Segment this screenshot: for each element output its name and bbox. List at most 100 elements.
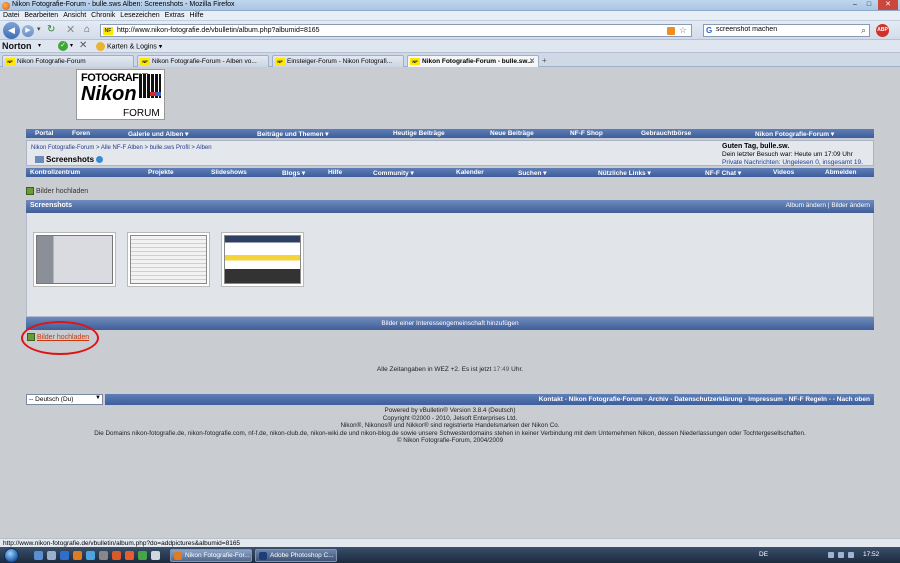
search-magnifier-icon[interactable]: ⌕ (861, 25, 866, 36)
subnav-suchen[interactable]: Suchen ▾ (518, 169, 547, 177)
tray-icon[interactable] (828, 552, 834, 558)
app-icon-2[interactable] (138, 551, 147, 560)
breadcrumb[interactable]: Nikon Fotografie-Forum > Alle NF-F Alben… (31, 145, 212, 151)
adblock-plus-icon[interactable]: ABP (876, 24, 889, 37)
subnav-nff-chat[interactable]: NF-F Chat ▾ (705, 169, 741, 177)
nav-neue-beitraege[interactable]: Neue Beiträge (490, 130, 534, 137)
messenger-icon[interactable] (86, 551, 95, 560)
nikon-forum-logo[interactable]: FOTOGRAFIE Nikon FORUM (76, 69, 165, 120)
url-text[interactable]: http://www.nikon-fotografie.de/vbulletin… (117, 27, 320, 34)
album-actions[interactable]: Album ändern | Bilder ändern (786, 202, 870, 209)
taskbar-firefox-button[interactable]: Nikon Fotografie-For... (170, 549, 252, 562)
volume-icon[interactable] (848, 552, 854, 558)
subnav-abmelden[interactable]: Abmelden (825, 169, 856, 176)
app-icon[interactable] (112, 551, 121, 560)
home-icon[interactable]: ⌂ (84, 24, 90, 35)
app-icon-3[interactable] (151, 551, 160, 560)
subnav-hilfe[interactable]: Hilfe (328, 169, 342, 176)
nav-heutige-beitraege[interactable]: Heutige Beiträge (393, 130, 445, 137)
ie-icon[interactable] (60, 551, 69, 560)
footer-links[interactable]: Kontakt - Nikon Fotografie-Forum - Archi… (105, 394, 874, 405)
firefox-icon (174, 552, 182, 560)
subnav-videos[interactable]: Videos (773, 169, 794, 176)
menu-bearbeiten[interactable]: Bearbeiten (21, 11, 60, 19)
close-window-button[interactable]: ✕ (878, 0, 898, 10)
site-favicon-icon: NF (103, 27, 113, 35)
search-box[interactable]: G ⌕ (703, 24, 870, 37)
menu-hilfe[interactable]: Hilfe (186, 11, 205, 19)
karten-logins-button[interactable]: Karten & Logins ▾ (96, 42, 162, 51)
upload-label: Bilder hochladen (36, 187, 89, 195)
screenshot-thumbnail[interactable] (221, 232, 304, 287)
screenshot-thumbnail[interactable] (127, 232, 210, 287)
opera-icon[interactable] (125, 551, 134, 560)
media-icon[interactable] (99, 551, 108, 560)
google-search-icon[interactable]: G (706, 26, 712, 35)
norton-dropdown-icon[interactable]: ▾ (38, 42, 41, 49)
tab-close-icon[interactable]: ✕ (529, 57, 535, 65)
subnav-kalender[interactable]: Kalender (456, 169, 484, 176)
history-dropdown-icon[interactable]: ▾ (37, 25, 41, 33)
nav-nikon-fotografie-forum[interactable]: Nikon Fotografie-Forum ▾ (755, 130, 834, 138)
network-icon[interactable] (838, 552, 844, 558)
subnav-community[interactable]: Community ▾ (373, 169, 414, 177)
taskbar-label: Nikon Fotografie-For... (185, 552, 250, 559)
main-navigation: Portal Foren Galerie und Alben ▾ Beiträg… (26, 129, 874, 138)
nav-portal[interactable]: Portal (35, 130, 53, 137)
menu-ansicht[interactable]: Ansicht (60, 11, 88, 19)
nav-foren[interactable]: Foren (72, 130, 90, 137)
stop-icon[interactable]: ✕ (66, 23, 75, 36)
tab-nikon-fotografie-forum[interactable]: NF Nikon Fotografie-Forum (2, 55, 134, 67)
thumbnail-image (36, 235, 113, 284)
language-select[interactable]: -- Deutsch (Du) ▼ (26, 394, 103, 405)
maximize-button[interactable]: □ (862, 0, 876, 10)
taskbar-photoshop-button[interactable]: Adobe Photoshop C... (255, 549, 337, 562)
upload-pictures-link-top[interactable]: Bilder hochladen (26, 187, 88, 195)
tab-bulle-sw-album[interactable]: NF Nikon Fotografie-Forum - bulle.sw... ✕ (407, 55, 539, 67)
reload-icon[interactable]: ↻ (47, 24, 55, 35)
subnav-kontrollzentrum[interactable]: Kontrollzentrum (30, 169, 80, 176)
clock[interactable]: 17:52 (863, 551, 879, 558)
tab-bar: NF Nikon Fotografie-Forum NF Nikon Fotogra… (0, 53, 900, 67)
new-tab-icon[interactable]: + (542, 56, 547, 65)
nav-galerie-alben[interactable]: Galerie und Alben ▾ (128, 130, 188, 138)
address-bar[interactable]: NF http://www.nikon-fotografie.de/vbulle… (100, 24, 692, 37)
menu-datei[interactable]: Datei (0, 11, 21, 19)
forward-arrow-icon[interactable]: ▶ (22, 25, 34, 37)
back-arrow-icon[interactable]: ◀ (3, 22, 20, 39)
menu-lesezeichen[interactable]: Lesezeichen (117, 11, 161, 19)
refresh-icon[interactable] (96, 156, 104, 164)
nav-gebrauchtboerse[interactable]: Gebrauchtbörse (641, 130, 691, 137)
subnav-nuetzliche-links[interactable]: Nützliche Links ▾ (598, 169, 651, 177)
safe-web-dropdown-icon[interactable]: ▾ (70, 42, 73, 49)
search-input[interactable] (716, 26, 856, 33)
firefox-quicklaunch-icon[interactable] (73, 551, 82, 560)
subnav-blogs[interactable]: Blogs ▾ (282, 169, 305, 177)
minimize-button[interactable]: – (848, 0, 862, 10)
private-messages-link[interactable]: Private Nachrichten: Ungelesen 0, insges… (722, 159, 863, 166)
start-button[interactable] (4, 548, 19, 563)
language-indicator[interactable]: DE (759, 551, 768, 558)
rss-feed-icon[interactable] (667, 27, 675, 35)
menu-chronik[interactable]: Chronik (88, 11, 117, 19)
safe-web-check-icon[interactable]: ✓ (58, 41, 68, 51)
explorer-icon[interactable] (34, 551, 43, 560)
show-desktop-icon[interactable] (47, 551, 56, 560)
subnav-slideshows[interactable]: Slideshows (211, 169, 247, 176)
subnav-projekte[interactable]: Projekte (148, 169, 174, 176)
tab-favicon-icon: NF (275, 58, 285, 65)
system-tray: DE 17:52 (750, 547, 900, 563)
add-to-group-bar[interactable]: Bilder einer Interessengemeinschaft hinz… (26, 317, 874, 330)
screenshot-thumbnail[interactable] (33, 232, 116, 287)
windows-taskbar: Nikon Fotografie-For... Adobe Photoshop … (0, 547, 900, 563)
nav-nff-shop[interactable]: NF-F Shop (570, 130, 603, 137)
menu-extras[interactable]: Extras (162, 11, 187, 19)
norton-logo[interactable]: Norton (2, 41, 32, 51)
tab-einsteiger-forum[interactable]: NF Einsteiger-Forum - Nikon Fotografi... (272, 55, 404, 67)
welcome-greeting[interactable]: Guten Tag, bulle.sw. (722, 143, 789, 150)
nav-beitraege-themen[interactable]: Beiträge und Themen ▾ (257, 130, 329, 138)
norton-close-icon[interactable]: ✕ (79, 40, 87, 51)
firefox-icon (2, 2, 10, 10)
tab-alben[interactable]: NF Nikon Fotografie-Forum - Alben vo... (137, 55, 269, 67)
bookmark-star-icon[interactable]: ☆ (679, 25, 687, 36)
